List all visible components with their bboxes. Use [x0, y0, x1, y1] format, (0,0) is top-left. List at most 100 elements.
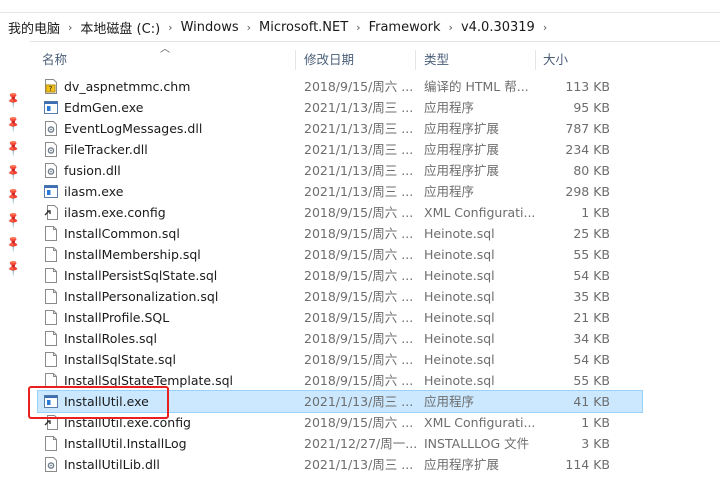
- file-date: 2018/9/15/周六 ...: [304, 289, 414, 304]
- dll-gear-icon: [44, 457, 58, 472]
- file-date: 2021/1/13/周三 ...: [304, 184, 414, 199]
- breadcrumb-version[interactable]: v4.0.30319: [459, 20, 537, 35]
- pin-icon[interactable]: 📌: [4, 114, 24, 134]
- file-size: 114 KB: [565, 457, 610, 472]
- breadcrumb-my-computer[interactable]: 我的电脑: [6, 18, 62, 37]
- file-name: InstallSqlState.sql: [64, 352, 176, 367]
- file-row[interactable]: InstallUtil.InstallLog 2021/12/27/周一... IN…: [38, 433, 642, 454]
- file-date: 2021/1/13/周三 ...: [304, 142, 414, 157]
- file-type: Heinote.sql: [424, 289, 495, 304]
- file-row[interactable]: InstallProfile.SQL 2018/9/15/周六 ... Heinot…: [38, 307, 642, 328]
- file-type: 应用程序: [424, 394, 475, 409]
- file-type: 应用程序扩展: [424, 457, 500, 472]
- file-row[interactable]: InstallSqlState.sql 2018/9/15/周六 ... Heino…: [38, 349, 642, 370]
- file-row[interactable]: InstallCommon.sql 2018/9/15/周六 ... Heinote…: [38, 223, 642, 244]
- file-type: Heinote.sql: [424, 247, 495, 262]
- file-date: 2021/1/13/周三 ...: [304, 457, 414, 472]
- file-row[interactable]: InstallPersonalization.sql 2018/9/15/周六 .…: [38, 286, 642, 307]
- column-name[interactable]: 名称: [42, 48, 67, 72]
- file-type: Heinote.sql: [424, 268, 495, 283]
- pin-icon[interactable]: 📌: [4, 186, 24, 206]
- blank-file-icon: [44, 226, 58, 241]
- file-row[interactable]: FileTracker.dll 2021/1/13/周三 ... 应用程序扩展 234…: [38, 139, 642, 160]
- file-row[interactable]: EventLogMessages.dll 2021/1/13/周三 ... 应用程序…: [38, 118, 642, 139]
- file-name: fusion.dll: [64, 163, 121, 178]
- column-divider[interactable]: [295, 50, 296, 70]
- file-name: InstallUtil.InstallLog: [64, 436, 187, 451]
- breadcrumb-microsoft-net[interactable]: Microsoft.NET: [257, 20, 350, 35]
- file-date: 2018/9/15/周六 ...: [304, 373, 414, 388]
- navigation-pane: 📌 📌 📌 📌 📌 📌 📌 📌: [0, 41, 30, 484]
- file-row[interactable]: InstallPersistSqlState.sql 2018/9/15/周六 .…: [38, 265, 642, 286]
- file-row[interactable]: InstallUtilLib.dll 2021/1/13/周三 ... 应用程序扩展…: [38, 454, 642, 475]
- file-size: 54 KB: [573, 268, 610, 283]
- file-name: EdmGen.exe: [64, 100, 144, 115]
- file-name: InstallCommon.sql: [64, 226, 180, 241]
- file-row[interactable]: ? dv_aspnetmmc.chm 2018/9/15/周六 ... 编译的 HTM…: [38, 76, 642, 97]
- file-name: FileTracker.dll: [64, 142, 148, 157]
- file-date: 2018/9/15/周六 ...: [304, 226, 414, 241]
- pin-icon[interactable]: 📌: [4, 210, 24, 230]
- file-date: 2018/9/15/周六 ...: [304, 310, 414, 325]
- file-size: 54 KB: [573, 352, 610, 367]
- pin-icon[interactable]: 📌: [4, 258, 24, 278]
- file-type: Heinote.sql: [424, 331, 495, 346]
- file-size: 113 KB: [565, 79, 610, 94]
- pin-icon[interactable]: 📌: [4, 162, 24, 182]
- file-row[interactable]: EdmGen.exe 2021/1/13/周三 ... 应用程序 95 KB: [38, 97, 642, 118]
- file-type: Heinote.sql: [424, 352, 495, 367]
- file-size: 35 KB: [573, 289, 610, 304]
- column-divider[interactable]: [415, 50, 416, 70]
- file-name: InstallPersonalization.sql: [64, 289, 219, 304]
- chevron-right-icon[interactable]: ›: [449, 21, 453, 34]
- file-name: InstallUtilLib.dll: [64, 457, 160, 472]
- dll-gear-icon: [44, 121, 58, 136]
- exe-app-icon: [44, 100, 58, 115]
- column-date[interactable]: 修改日期: [304, 48, 354, 72]
- file-type: 应用程序: [424, 100, 475, 115]
- breadcrumb-framework[interactable]: Framework: [367, 20, 443, 35]
- chevron-right-icon[interactable]: ›: [356, 21, 360, 34]
- blank-file-icon: [44, 436, 58, 451]
- file-date: 2018/9/15/周六 ...: [304, 331, 414, 346]
- column-header: 名称 修改日期 类型 大小: [30, 48, 720, 72]
- file-type: XML Configurati...: [424, 205, 534, 220]
- file-row[interactable]: ilasm.exe 2021/1/13/周三 ... 应用程序 298 KB: [38, 181, 642, 202]
- file-type: Heinote.sql: [424, 226, 495, 241]
- file-size: 234 KB: [565, 142, 610, 157]
- pin-icon[interactable]: 📌: [4, 90, 24, 110]
- file-row[interactable]: InstallMembership.sql 2018/9/15/周六 ... Hei…: [38, 244, 642, 265]
- file-size: 1 KB: [581, 415, 610, 430]
- address-bar[interactable]: 我的电脑 › 本地磁盘 (C:) › Windows › Microsoft.NET ›…: [0, 12, 720, 42]
- file-size: 34 KB: [573, 331, 610, 346]
- file-date: 2021/1/13/周三 ...: [304, 100, 414, 115]
- blank-file-icon: [44, 310, 58, 325]
- pin-icon[interactable]: 📌: [4, 234, 24, 254]
- file-type: 应用程序扩展: [424, 142, 500, 157]
- chevron-right-icon[interactable]: ›: [68, 21, 72, 34]
- file-size: 80 KB: [573, 163, 610, 178]
- blank-file-icon: [44, 352, 58, 367]
- chevron-right-icon[interactable]: ›: [543, 21, 547, 34]
- column-size[interactable]: 大小: [543, 48, 568, 72]
- file-size: 787 KB: [565, 121, 610, 136]
- column-type[interactable]: 类型: [424, 48, 449, 72]
- file-name: dv_aspnetmmc.chm: [64, 79, 191, 94]
- ribbon-strip: [0, 0, 720, 8]
- file-size: 95 KB: [573, 100, 610, 115]
- blank-file-icon: [44, 268, 58, 283]
- file-type: XML Configurati...: [424, 415, 534, 430]
- file-name: InstallProfile.SQL: [64, 310, 170, 325]
- file-date: 2018/9/15/周六 ...: [304, 205, 414, 220]
- file-size: 55 KB: [573, 247, 610, 262]
- file-type: INSTALLLOG 文件: [424, 436, 530, 451]
- column-divider[interactable]: [535, 50, 536, 70]
- file-row[interactable]: InstallRoles.sql 2018/9/15/周六 ... Heinote.…: [38, 328, 642, 349]
- pin-icon[interactable]: 📌: [4, 138, 24, 158]
- file-row[interactable]: ilasm.exe.config 2018/9/15/周六 ... XML Conf…: [38, 202, 642, 223]
- breadcrumb-windows[interactable]: Windows: [179, 20, 241, 35]
- breadcrumb-local-disk[interactable]: 本地磁盘 (C:): [78, 18, 162, 37]
- chevron-right-icon[interactable]: ›: [168, 21, 172, 34]
- file-row[interactable]: fusion.dll 2021/1/13/周三 ... 应用程序扩展 80 KB: [38, 160, 642, 181]
- chevron-right-icon[interactable]: ›: [247, 21, 251, 34]
